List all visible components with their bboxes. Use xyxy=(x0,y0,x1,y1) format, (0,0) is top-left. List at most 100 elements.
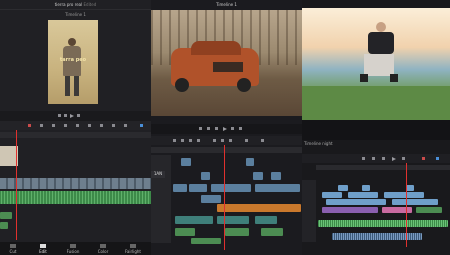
panel-cut-page: tierra pro real Edited Timeline 1 tarra … xyxy=(0,0,151,255)
nav-fairlight[interactable]: Fairlight xyxy=(122,244,144,254)
nav-fusion[interactable]: Fusion xyxy=(62,244,84,254)
video-clip[interactable] xyxy=(392,199,438,205)
person-leg-right xyxy=(74,76,79,96)
playhead[interactable] xyxy=(224,145,225,250)
edit-toolbar xyxy=(151,136,302,145)
video-clip[interactable] xyxy=(211,184,251,192)
next-clip-icon[interactable] xyxy=(77,114,80,117)
audio-clip[interactable] xyxy=(255,216,277,224)
stop-icon[interactable] xyxy=(382,157,385,160)
video-clip[interactable] xyxy=(326,199,386,205)
append-icon[interactable] xyxy=(112,124,115,127)
car-wheel xyxy=(175,78,189,92)
video-clip[interactable] xyxy=(173,184,187,192)
viewer-frame[interactable] xyxy=(151,10,302,116)
stop-icon[interactable] xyxy=(215,127,218,130)
trim-icon[interactable] xyxy=(40,124,43,127)
video-clip[interactable] xyxy=(246,158,254,166)
video-clip[interactable] xyxy=(406,185,414,191)
audio-clip[interactable] xyxy=(217,216,249,224)
selection-icon[interactable] xyxy=(173,139,176,142)
car-grille xyxy=(213,62,243,72)
prev-clip-icon[interactable] xyxy=(58,114,61,117)
audio-track-waveform[interactable] xyxy=(0,191,151,204)
video-clip[interactable] xyxy=(201,195,221,203)
green-clip[interactable] xyxy=(416,207,442,213)
video-clip[interactable] xyxy=(322,192,342,198)
play-icon[interactable] xyxy=(223,127,227,131)
audio-clip[interactable] xyxy=(261,228,283,236)
timeline-name: Timeline night xyxy=(304,141,333,146)
stop-icon[interactable] xyxy=(64,114,67,117)
nav-cut[interactable]: Cut xyxy=(2,244,24,254)
marker-icon[interactable] xyxy=(245,139,248,142)
flag-icon[interactable] xyxy=(229,139,232,142)
audio-track-waveform[interactable] xyxy=(318,220,448,227)
reverse-icon[interactable] xyxy=(207,127,210,130)
place-on-top-icon[interactable] xyxy=(100,124,103,127)
video-clip[interactable] xyxy=(271,172,281,180)
trim-icon[interactable] xyxy=(181,139,184,142)
person-pants xyxy=(364,54,394,76)
nav-color[interactable]: Color xyxy=(92,244,114,254)
video-track-thumbnails[interactable] xyxy=(0,178,151,189)
video-clip[interactable] xyxy=(189,184,207,192)
video-clip[interactable] xyxy=(338,185,348,191)
timeline-ruler[interactable] xyxy=(151,147,302,153)
zoom-icon[interactable] xyxy=(140,124,143,127)
replace-icon[interactable] xyxy=(88,124,91,127)
pink-clip[interactable] xyxy=(382,207,412,213)
audio-clip[interactable] xyxy=(0,212,12,219)
person-leg-left xyxy=(65,76,70,96)
play-icon[interactable] xyxy=(70,114,74,118)
mini-timeline-ruler[interactable] xyxy=(0,132,151,138)
loop-icon[interactable] xyxy=(239,127,242,130)
zoom-icon[interactable] xyxy=(261,139,264,142)
nav-edit[interactable]: Edit xyxy=(32,244,54,254)
video-clip[interactable] xyxy=(253,172,263,180)
video-clip[interactable] xyxy=(384,192,424,198)
play-icon[interactable] xyxy=(392,157,396,161)
viewer-frame[interactable] xyxy=(302,8,450,120)
track-headers: 1AN xyxy=(151,155,171,243)
next-frame-icon[interactable] xyxy=(402,157,405,160)
source-overwrite-icon[interactable] xyxy=(124,124,127,127)
snapping-icon[interactable] xyxy=(213,139,216,142)
audio-clip[interactable] xyxy=(191,238,221,244)
blade-icon[interactable] xyxy=(28,124,31,127)
video-clip[interactable] xyxy=(201,172,210,180)
zoom-icon[interactable] xyxy=(436,157,439,160)
audio-clip[interactable] xyxy=(225,228,249,236)
audio-clip[interactable] xyxy=(175,216,213,224)
playhead[interactable] xyxy=(406,163,407,247)
track-badge: 1AN xyxy=(151,171,165,178)
timeline-ruler[interactable] xyxy=(316,165,450,170)
audio-clip[interactable] xyxy=(175,228,195,236)
reverse-icon[interactable] xyxy=(372,157,375,160)
shoe xyxy=(360,74,368,82)
record-icon[interactable] xyxy=(422,157,425,160)
jump-start-icon[interactable] xyxy=(199,127,202,130)
viewer-frame[interactable]: tarra peo xyxy=(48,20,98,104)
playhead[interactable] xyxy=(16,130,17,240)
purple-clip[interactable] xyxy=(322,207,378,213)
link-icon[interactable] xyxy=(221,139,224,142)
overwrite-icon[interactable] xyxy=(76,124,79,127)
jump-end-icon[interactable] xyxy=(231,127,234,130)
video-clip[interactable] xyxy=(181,158,191,166)
prev-frame-icon[interactable] xyxy=(362,157,365,160)
video-clip[interactable] xyxy=(348,192,378,198)
person-jacket xyxy=(368,32,394,54)
person-head xyxy=(68,38,76,46)
audio-track-waveform[interactable] xyxy=(332,233,422,240)
dynamic-trim-icon[interactable] xyxy=(189,139,192,142)
video-clip[interactable] xyxy=(362,185,370,191)
video-clip[interactable] xyxy=(255,184,300,192)
audio-clip[interactable] xyxy=(0,222,8,229)
blade-icon[interactable] xyxy=(197,139,200,142)
smooth-cut-icon[interactable] xyxy=(52,124,55,127)
viewer-timeline-label: Timeline 1 xyxy=(65,12,86,17)
car-roof xyxy=(191,41,241,55)
orange-clip[interactable] xyxy=(217,204,301,212)
insert-icon[interactable] xyxy=(64,124,67,127)
